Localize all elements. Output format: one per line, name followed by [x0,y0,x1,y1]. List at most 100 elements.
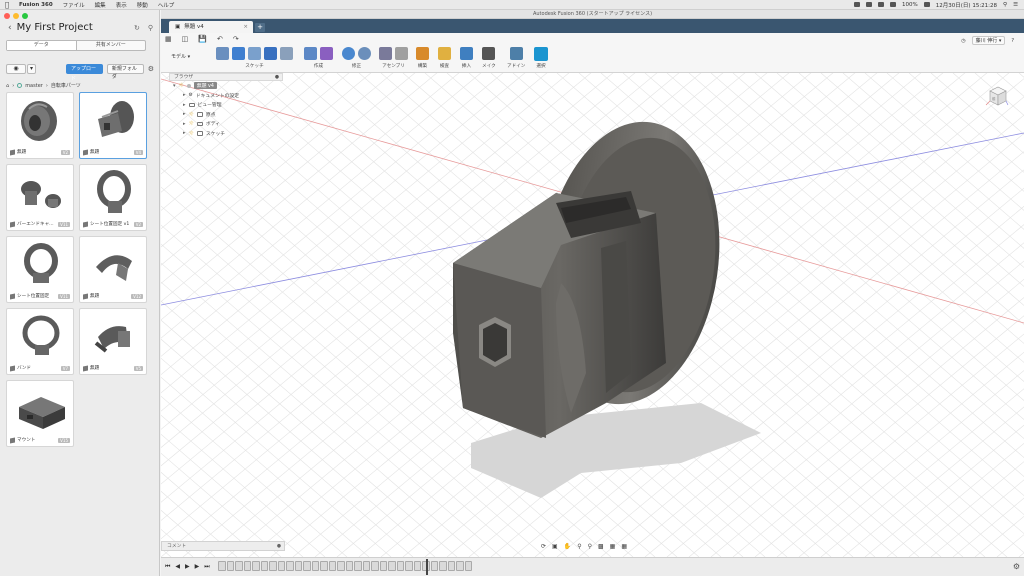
menu-view[interactable]: 表示 [111,1,132,9]
expand-arrow-icon[interactable]: ▸ [183,130,186,136]
view-toggle-button[interactable]: ◉ [6,64,26,74]
sync-icon[interactable] [866,2,873,7]
timeline-feature[interactable] [456,561,464,571]
measure-icon[interactable] [438,47,451,60]
timeline-feature[interactable] [371,561,379,571]
timeline-settings-icon[interactable]: ⚙ [1013,562,1020,571]
timeline-feature[interactable] [303,561,311,571]
expand-arrow-icon[interactable]: ▸ [183,92,186,98]
offset-plane-icon[interactable] [416,47,429,60]
design-thumbnail[interactable]: マウント V15 [6,380,74,447]
toolbar-group-sketch[interactable]: スケッチ [216,47,293,69]
job-status-icon[interactable]: ◷ [961,38,965,44]
model-body[interactable] [161,73,1024,557]
zoom-window-button[interactable] [22,13,28,19]
line-icon[interactable] [232,47,245,60]
timeline-feature[interactable] [277,561,285,571]
dropbox-icon[interactable] [854,2,861,7]
close-tab-icon[interactable]: × [243,21,248,33]
design-thumbnail[interactable]: バンド V7 [6,308,74,375]
search-icon[interactable]: ⚲ [148,24,153,32]
view-dropdown-icon[interactable]: ▾ [26,64,37,74]
new-folder-button[interactable]: 新規フォルダ [106,64,144,80]
save-icon[interactable]: 💾 [198,35,207,43]
timeline-feature[interactable] [396,561,404,571]
visibility-bulb-icon[interactable]: ☼ [189,120,194,127]
form-icon[interactable] [320,47,333,60]
notification-center-icon[interactable]: ☰ [1013,2,1018,8]
timeline-feature[interactable] [345,561,353,571]
canvas-viewport[interactable]: ブラウザ ● ▾ ☼ 無題 v4 ▸ ⚙ ドキュメントの設定 ▸ ビュー管理 ▸ … [161,73,1024,557]
timeline-track[interactable] [218,561,472,573]
close-window-button[interactable] [4,13,10,19]
timeline-feature[interactable] [439,561,447,571]
visibility-bulb-icon[interactable]: ☼ [179,82,184,89]
view-cube[interactable]: 前 [982,81,1012,111]
timeline-feature[interactable] [294,561,302,571]
timeline-feature[interactable] [218,561,226,571]
timeline-feature[interactable] [286,561,294,571]
visibility-bulb-icon[interactable]: ☼ [189,130,194,137]
upload-button[interactable]: アップロード [66,64,103,82]
browser-root[interactable]: ▾ ☼ 無題 v4 [169,81,283,91]
fillet-icon[interactable] [358,47,371,60]
menu-app-name[interactable]: Fusion 360 [14,2,58,8]
design-thumbnail[interactable]: バーエンドキャ... V11 [6,164,74,231]
refresh-icon[interactable]: ↻ [134,24,140,32]
browser-node[interactable]: ▸ ☼ スケッチ [169,129,283,139]
search-icon[interactable]: ⚲ [1003,2,1007,8]
zoom-icon[interactable]: ⚲ [577,543,581,550]
design-thumbnail[interactable]: シート位置固定 V11 [6,236,74,303]
step-forward-icon[interactable]: ▶ [195,563,200,571]
tab-document[interactable]: ▣ 無題 v4 × [169,21,253,33]
toolbar-group-construct[interactable]: 構築 [416,47,429,69]
expand-arrow-icon[interactable]: ▸ [183,121,186,127]
timeline-feature[interactable] [413,561,421,571]
apple-icon[interactable]:  [0,1,14,9]
workspace-dropdown[interactable]: モデル ▾ [171,51,211,63]
design-thumbnail[interactable]: 無題 V5 [79,308,147,375]
design-thumbnail[interactable]: 無題 V4 [79,92,147,159]
toolbar-group-inspect[interactable]: 検査 [438,47,451,69]
grid-menu-icon[interactable]: ▦ [165,35,172,43]
design-thumbnail[interactable]: 無題 V2 [6,92,74,159]
orbit-icon[interactable]: ⟳ [541,543,546,550]
viewports-icon[interactable]: ▦ [621,543,627,550]
timeline-feature[interactable] [311,561,319,571]
toolbar-group-make[interactable]: メイク [482,47,496,69]
timeline-feature[interactable] [354,561,362,571]
timeline-feature[interactable] [464,561,472,571]
spline-icon[interactable] [264,47,277,60]
browser-node[interactable]: ▸ ビュー管理 [169,100,283,110]
timeline-feature[interactable] [260,561,268,571]
timeline-feature[interactable] [320,561,328,571]
create-sketch-icon[interactable] [216,47,229,60]
comments-panel[interactable]: コメント ● [161,541,285,551]
toolbar-group-addins[interactable]: アドイン [507,47,525,69]
design-thumbnail[interactable]: シート位置固定 v1 V2 [79,164,147,231]
browser-node[interactable]: ▸ ☼ ボディ [169,119,283,129]
joint-icon[interactable] [395,47,408,60]
battery-icon[interactable] [923,2,930,7]
select-arrow-icon[interactable] [534,47,548,61]
minimize-window-button[interactable] [13,13,19,19]
help-icon[interactable]: ? [1011,38,1014,44]
tab-data[interactable]: データ [7,41,77,50]
menu-file[interactable]: ファイル [58,1,90,9]
back-arrow-icon[interactable]: ‹ [8,23,12,33]
timeline-feature[interactable] [430,561,438,571]
tab-members[interactable]: 共有メンバー [77,41,146,50]
expand-icon[interactable]: ● [277,542,281,550]
toolbar-group-select[interactable]: 選択 [534,47,548,69]
timeline-feature[interactable] [388,561,396,571]
play-icon[interactable]: ▶ [185,563,190,571]
timeline-feature[interactable] [252,561,260,571]
toolbar-group-modify[interactable]: 修正 [342,47,371,69]
timeline-feature[interactable] [405,561,413,571]
extrude-icon[interactable] [304,47,317,60]
visibility-bulb-icon[interactable]: ☼ [189,111,194,118]
menu-help[interactable]: ヘルプ [153,1,180,9]
expand-arrow-icon[interactable]: ▾ [173,83,176,89]
toolbar-group-insert[interactable]: 挿入 [460,47,473,69]
timeline-feature[interactable] [379,561,387,571]
